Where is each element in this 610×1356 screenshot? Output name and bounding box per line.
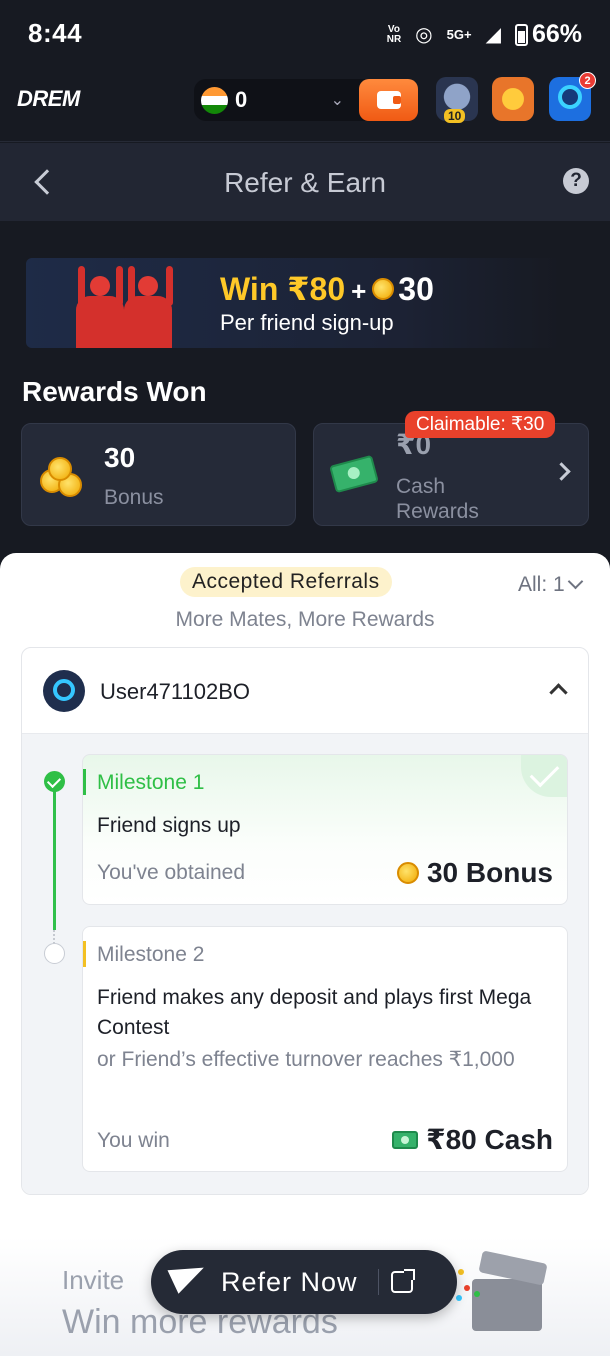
milestone-reward: ₹80 Cash	[392, 1123, 553, 1156]
milestone-reward-label: You win	[97, 1129, 170, 1152]
milestone-complete-icon	[44, 771, 65, 792]
celebrating-players-illustration	[72, 264, 202, 348]
rewards-won-heading: Rewards Won	[22, 376, 207, 407]
milestone-title: Milestone 2	[97, 943, 205, 966]
referrals-tagline: More Mates, More Rewards	[175, 608, 435, 631]
cash-reward-card[interactable]: ₹0 Cash Rewards	[313, 423, 589, 526]
paper-plane-icon	[173, 1267, 207, 1297]
coins-icon	[40, 457, 86, 497]
page-titlebar: Refer & Earn	[0, 143, 610, 221]
avatar-icon	[558, 85, 582, 109]
banner-win-amount: Win ₹80	[220, 271, 346, 307]
chevron-down-icon: ⌄	[330, 92, 344, 109]
volte-indicator: Vo NR	[386, 23, 402, 45]
checkmark-icon	[521, 755, 567, 797]
coin-icon	[372, 277, 395, 300]
jackpot-pot-button[interactable]: 10	[436, 77, 478, 123]
volte-top: Vo	[387, 23, 400, 35]
referrals-sheet: Accepted Referrals All: 1 More Mates, Mo…	[0, 553, 610, 1356]
hotspot-icon: ◎	[415, 24, 433, 46]
timeline-line	[53, 784, 56, 930]
pot-badge: 10	[444, 109, 466, 123]
gift-box-icon	[456, 1250, 548, 1331]
milestone-marker	[83, 769, 86, 795]
bonus-label: Bonus	[104, 486, 164, 509]
chevron-up-icon	[549, 683, 568, 702]
milestone-card-1: Milestone 1 Friend signs up You've obtai…	[82, 754, 568, 905]
invite-text: Invite	[62, 1265, 125, 1295]
referral-entry: User471102BO Milestone 1 Friend signs up…	[21, 647, 589, 1195]
signal-icon: ◢	[485, 24, 501, 46]
referral-username: User471102BO	[100, 679, 251, 704]
app-logo: DREM	[17, 86, 80, 111]
battery-percent: 66%	[531, 20, 582, 48]
referral-user-row[interactable]: User471102BO	[22, 648, 588, 734]
battery-icon	[514, 23, 528, 46]
bonus-reward-card: 30 Bonus	[21, 423, 296, 526]
milestone-reward-value: 30 Bonus	[426, 857, 553, 888]
wallet-button[interactable]	[359, 79, 418, 121]
banner-subtitle: Per friend sign-up	[220, 310, 394, 335]
status-time: 8:44	[28, 18, 83, 48]
chevron-right-icon	[552, 462, 571, 481]
app-header: DREM 0 ⌄ 10 2	[0, 62, 610, 142]
chevron-down-icon	[567, 573, 584, 590]
cash-icon	[329, 454, 379, 494]
promo-banner: Win ₹80 +30 Per friend sign-up	[26, 258, 562, 348]
milestone-pending-icon	[44, 943, 65, 964]
battery-indicator: 66%	[514, 20, 582, 49]
share-icon[interactable]	[390, 1269, 415, 1293]
milestones-area: Milestone 1 Friend signs up You've obtai…	[22, 734, 588, 1194]
milestone-description: Friend makes any deposit and plays first…	[97, 986, 532, 1039]
banner-headline: Win ₹80 +30	[220, 270, 434, 308]
wallet-icon	[376, 91, 401, 109]
referral-filter[interactable]: All: 1	[518, 573, 565, 597]
refer-now-label: Refer Now	[221, 1266, 358, 1297]
cash-label-line1: Cash	[396, 475, 446, 498]
button-divider	[377, 1269, 379, 1295]
milestone-title: Milestone 1	[97, 771, 205, 794]
avatar	[43, 670, 85, 712]
milestone-card-2: Milestone 2 Friend makes any deposit and…	[82, 926, 568, 1172]
milestone-reward-value: ₹80 Cash	[426, 1124, 553, 1155]
notification-badge: 2	[579, 72, 596, 89]
milestone-reward: 30 Bonus	[396, 857, 553, 889]
cash-label-line2: Rewards	[396, 500, 479, 523]
page-title: Refer & Earn	[224, 167, 386, 198]
milestone-reward-label: You've obtained	[97, 861, 246, 884]
balance-amount: 0	[235, 87, 248, 112]
claimable-badge: Claimable: ₹30	[405, 411, 556, 438]
accepted-referrals-pill: Accepted Referrals	[180, 567, 392, 597]
banner-plus: +	[351, 276, 367, 306]
milestone-marker	[83, 941, 86, 967]
network-type: 5G+	[446, 27, 472, 42]
india-flag-icon	[201, 86, 228, 114]
coin-icon	[396, 862, 419, 884]
refer-now-button[interactable]: Refer Now	[151, 1250, 457, 1314]
status-bar: 8:44 Vo NR ◎ 5G+ ◢ 66%	[0, 0, 610, 62]
volte-bottom: NR	[386, 33, 402, 45]
treasure-chest-button[interactable]	[492, 77, 534, 121]
cash-label: Cash Rewards	[396, 474, 479, 524]
bonus-value: 30	[104, 442, 136, 473]
milestone-alternative: or Friend’s effective turnover reaches ₹…	[97, 1048, 515, 1071]
milestone-description: Friend signs up	[97, 814, 241, 837]
cash-icon	[392, 1130, 419, 1149]
help-button[interactable]: ?	[563, 168, 589, 194]
banner-bonus-points: 30	[398, 271, 434, 307]
